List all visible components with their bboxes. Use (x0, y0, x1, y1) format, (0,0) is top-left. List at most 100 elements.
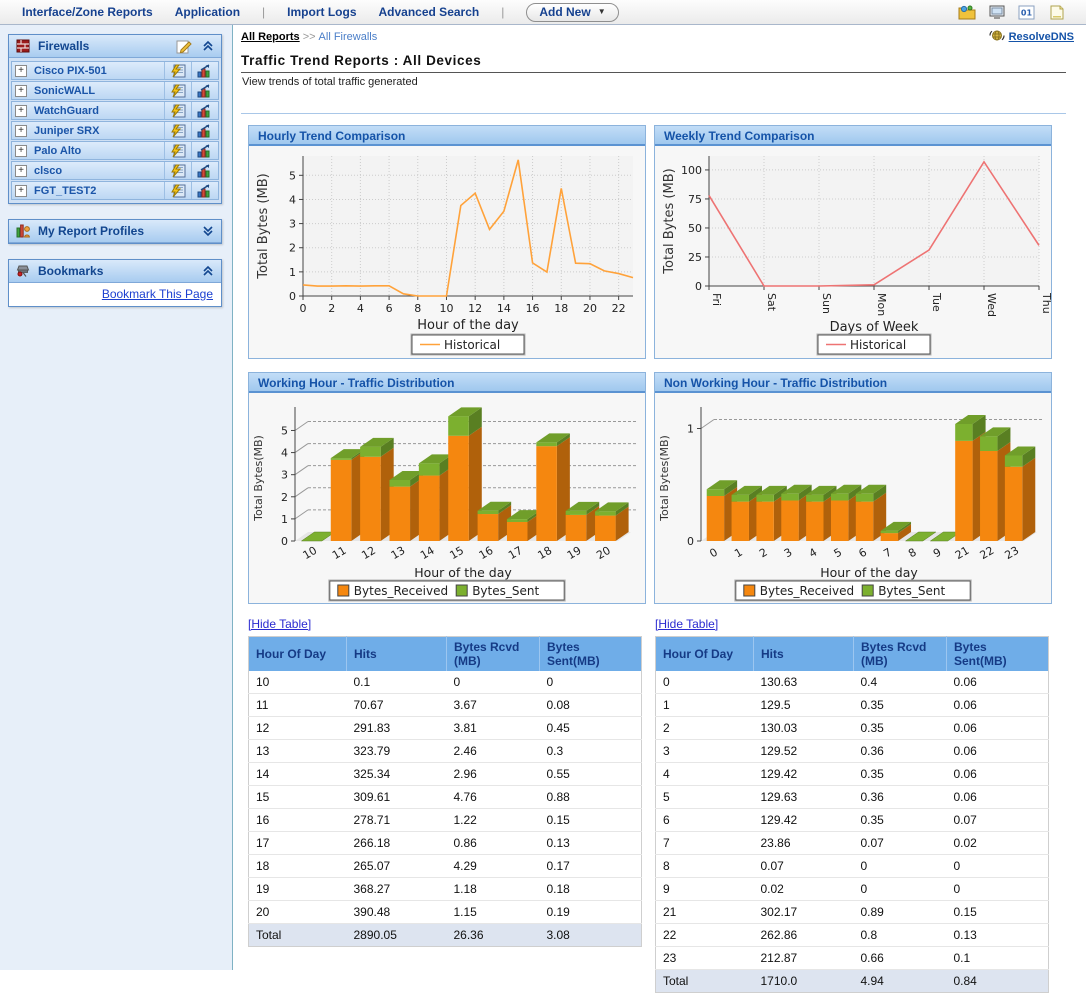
edit-icon[interactable] (175, 38, 193, 54)
my-report-profiles-title: My Report Profiles (38, 224, 144, 238)
device-logs-icon[interactable] (164, 62, 191, 79)
table-cell: 0.4 (854, 671, 947, 694)
table-cell: 3.08 (540, 924, 642, 947)
expand-plus-icon[interactable]: + (15, 125, 27, 137)
table-cell: 0.86 (447, 832, 540, 855)
device-reports-icon[interactable] (191, 122, 218, 139)
expand-plus-icon[interactable]: + (15, 65, 27, 77)
my-report-profiles-panel: My Report Profiles (8, 219, 222, 244)
device-reports-icon[interactable] (191, 102, 218, 119)
svg-text:Historical: Historical (444, 338, 500, 352)
device-reports-icon[interactable] (191, 62, 218, 79)
device-name-link[interactable]: Juniper SRX (27, 125, 164, 137)
table-cell: 15 (249, 786, 347, 809)
svg-text:Wed: Wed (985, 293, 998, 317)
non-working-hours-table-section: [Hide Table] Hour Of DayHitsBytes Rcvd (… (655, 617, 1049, 993)
svg-text:12: 12 (468, 302, 482, 315)
device-logs-icon[interactable] (164, 122, 191, 139)
bookmark-this-page-link[interactable]: Bookmark This Page (102, 287, 213, 301)
svg-text:17: 17 (506, 544, 525, 562)
expand-plus-icon[interactable]: + (15, 185, 27, 197)
non-working-hour-panel-title: Non Working Hour - Traffic Distribution (655, 373, 1051, 393)
svg-text:Bytes_Received: Bytes_Received (760, 584, 854, 598)
expand-plus-icon[interactable]: + (15, 145, 27, 157)
svg-text:Total Bytes (MB): Total Bytes (MB) (256, 173, 271, 279)
table-cell: 129.42 (754, 763, 854, 786)
device-name-link[interactable]: Cisco PIX-501 (27, 65, 164, 77)
resolve-dns-link[interactable]: ResolveDNS (1009, 31, 1074, 43)
svg-text:75: 75 (688, 193, 702, 206)
table-cell: 309.61 (347, 786, 447, 809)
svg-text:10: 10 (301, 544, 320, 562)
collapse-double-up-icon[interactable] (199, 38, 217, 54)
table-cell: 5 (656, 786, 754, 809)
expand-plus-icon[interactable]: + (15, 165, 27, 177)
device-logs-icon[interactable] (164, 102, 191, 119)
device-name-link[interactable]: FGT_TEST2 (27, 185, 164, 197)
hide-table-link-working[interactable]: [Hide Table] (248, 617, 311, 631)
device-reports-icon[interactable] (191, 82, 218, 99)
expand-plus-icon[interactable]: + (15, 85, 27, 97)
sidebar-item-sonicwall: +SonicWALL (11, 81, 219, 100)
device-reports-icon[interactable] (191, 142, 218, 159)
column-header: Hour Of Day (249, 637, 347, 672)
device-reports-icon[interactable] (191, 162, 218, 179)
printer-icon[interactable] (987, 4, 1006, 21)
device-name-link[interactable]: WatchGuard (27, 105, 164, 117)
device-name-link[interactable]: clsco (27, 165, 164, 177)
table-row: 100.100 (249, 671, 642, 694)
nav-import-logs[interactable]: Import Logs (287, 5, 356, 19)
svg-text:Total Bytes(MB): Total Bytes(MB) (252, 435, 265, 522)
sidebar: Firewalls +Cisco PIX-501+SonicWALL+Watch… (0, 25, 233, 970)
svg-text:Hour of the day: Hour of the day (414, 565, 512, 580)
table-row: 6129.420.350.07 (656, 809, 1049, 832)
device-logs-icon[interactable] (164, 82, 191, 99)
table-cell: 2 (656, 717, 754, 740)
export-folder-icon[interactable] (957, 4, 976, 21)
svg-text:1: 1 (289, 266, 296, 279)
svg-text:Bytes_Sent: Bytes_Sent (878, 584, 945, 598)
breadcrumb-all-reports-link[interactable]: All Reports (241, 31, 300, 43)
table-cell: 3 (656, 740, 754, 763)
device-logs-icon[interactable] (164, 162, 191, 179)
raw-logs-icon[interactable]: 01 (1017, 4, 1036, 21)
nav-separator: | (501, 5, 504, 19)
collapse-double-up-icon[interactable] (199, 263, 217, 279)
report-document-icon[interactable] (1047, 4, 1066, 21)
svg-text:4: 4 (807, 546, 820, 561)
device-name-link[interactable]: Palo Alto (27, 145, 164, 157)
nav-interface-zone-reports[interactable]: Interface/Zone Reports (22, 5, 153, 19)
svg-text:Historical: Historical (850, 338, 906, 352)
device-reports-icon[interactable] (191, 182, 218, 199)
table-cell: 1.18 (447, 878, 540, 901)
table-cell: 3.81 (447, 717, 540, 740)
svg-text:6: 6 (386, 302, 393, 315)
table-cell: 0.06 (947, 740, 1049, 763)
svg-text:Total Bytes(MB): Total Bytes(MB) (658, 435, 671, 522)
nav-separator: | (262, 5, 265, 19)
svg-text:50: 50 (688, 222, 702, 235)
device-logs-icon[interactable] (164, 182, 191, 199)
table-cell: 23 (656, 947, 754, 970)
sidebar-item-palo-alto: +Palo Alto (11, 141, 219, 160)
add-new-button[interactable]: Add New ▼ (526, 3, 618, 22)
expand-plus-icon[interactable]: + (15, 105, 27, 117)
device-name-link[interactable]: SonicWALL (27, 85, 164, 97)
table-cell: 0.35 (854, 694, 947, 717)
table-cell: 0.07 (754, 855, 854, 878)
nav-advanced-search[interactable]: Advanced Search (379, 5, 480, 19)
page-subtitle: View trends of total traffic generated (241, 73, 1066, 88)
svg-text:1: 1 (281, 513, 288, 526)
svg-text:2: 2 (289, 242, 296, 255)
breadcrumb: All Reports >> All Firewalls ResolveDNS (233, 25, 1086, 47)
table-row: 723.860.070.02 (656, 832, 1049, 855)
device-logs-icon[interactable] (164, 142, 191, 159)
table-cell: 0.13 (540, 832, 642, 855)
expand-double-down-icon[interactable] (199, 223, 217, 239)
bookmarks-icon (14, 263, 32, 279)
nav-application[interactable]: Application (175, 5, 240, 19)
hide-table-link-non-working[interactable]: [Hide Table] (655, 617, 718, 631)
svg-text:Total Bytes (MB): Total Bytes (MB) (662, 168, 677, 274)
table-cell: 11 (249, 694, 347, 717)
column-header: Bytes Sent(MB) (540, 637, 642, 672)
